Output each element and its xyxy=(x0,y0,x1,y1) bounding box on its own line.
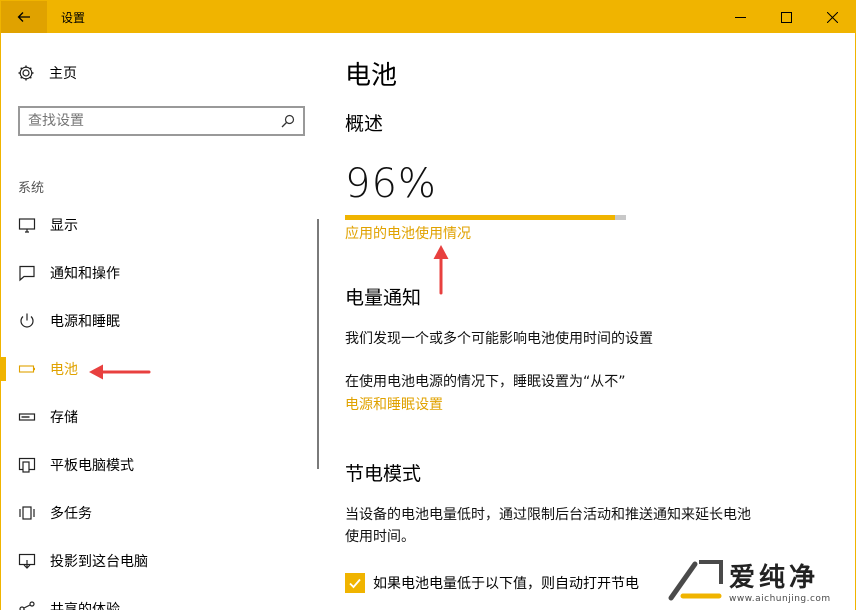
search-input[interactable] xyxy=(28,113,268,129)
close-icon xyxy=(826,11,838,23)
battery-icon xyxy=(18,360,36,378)
overview-heading: 概述 xyxy=(345,113,384,135)
notify-text: 我们发现一个或多个可能影响电池使用时间的设置 xyxy=(345,331,653,347)
sidebar-item-label: 电池 xyxy=(50,362,78,378)
checkmark-icon xyxy=(349,578,361,589)
gear-icon xyxy=(17,64,35,82)
sidebar-item-power-sleep[interactable]: 电源和睡眠 xyxy=(1,297,317,345)
close-button[interactable] xyxy=(809,1,855,33)
minimize-icon xyxy=(734,16,746,18)
window-title: 设置 xyxy=(61,10,86,25)
battery-progress-fill xyxy=(345,215,615,220)
monitor-icon xyxy=(18,216,36,234)
battery-saver-heading: 节电模式 xyxy=(345,463,422,485)
home-link[interactable]: 主页 xyxy=(17,63,77,83)
sidebar-item-label: 投影到这台电脑 xyxy=(50,554,148,570)
red-arrow-up-annotation xyxy=(433,245,449,295)
title-bar: 设置 xyxy=(1,1,855,33)
sidebar-item-label: 多任务 xyxy=(50,506,92,522)
sidebar-item-label: 存储 xyxy=(50,410,78,426)
sidebar-item-label: 电源和睡眠 xyxy=(50,314,120,330)
watermark-url: www.aichunjing.com xyxy=(729,593,831,604)
sidebar-item-label: 共享的体验 xyxy=(50,602,120,610)
battery-percent: 96% xyxy=(345,161,437,207)
battery-saver-checkbox[interactable] xyxy=(345,573,365,593)
window-controls xyxy=(717,1,855,33)
sidebar-item-label: 通知和操作 xyxy=(50,266,120,282)
sidebar-scrollbar[interactable] xyxy=(317,219,319,469)
sidebar-item-label: 平板电脑模式 xyxy=(50,458,134,474)
tablet-icon xyxy=(18,456,36,474)
battery-saver-auto-checkbox-row[interactable]: 如果电池电量低于以下值，则自动打开节电 xyxy=(345,573,639,593)
sidebar-item-display[interactable]: 显示 xyxy=(1,201,317,249)
power-icon xyxy=(18,312,36,330)
sidebar: 主页 系统 显示 通知和操作 xyxy=(1,33,321,610)
sidebar-item-project[interactable]: 投影到这台电脑 xyxy=(1,537,317,585)
watermark-brand: 爱纯净 xyxy=(729,562,820,593)
settings-window: 设置 主页 查找设置 系统 显示 通知和操作 电源和睡眠 电池 存储 平板电脑模… xyxy=(0,0,856,610)
battery-progress-bar xyxy=(345,215,626,220)
home-label: 主页 xyxy=(49,66,77,82)
sidebar-item-label: 显示 xyxy=(50,218,78,234)
battery-usage-link[interactable]: 应用的电池使用情况 xyxy=(345,223,471,243)
back-arrow-icon xyxy=(17,12,30,22)
sidebar-item-battery[interactable]: 电池 xyxy=(1,345,317,393)
sidebar-item-storage[interactable]: 存储 xyxy=(1,393,317,441)
red-arrow-left-annotation xyxy=(89,364,151,380)
storage-icon xyxy=(18,408,36,426)
battery-saver-checkbox-label: 如果电池电量低于以下值，则自动打开节电 xyxy=(373,576,639,592)
back-button[interactable] xyxy=(1,1,47,33)
group-label-system: 系统 xyxy=(18,181,45,196)
minimize-button[interactable] xyxy=(717,1,763,33)
search-box[interactable] xyxy=(18,106,305,136)
power-sleep-settings-link[interactable]: 电源和睡眠设置 xyxy=(345,394,443,414)
search-icon xyxy=(281,114,295,128)
project-icon xyxy=(18,552,36,570)
share-icon xyxy=(18,600,36,610)
sidebar-item-tablet-mode[interactable]: 平板电脑模式 xyxy=(1,441,317,489)
sidebar-nav: 显示 通知和操作 电源和睡眠 电池 存储 平板电脑模式 多任务 投影到这台电脑 … xyxy=(1,201,317,610)
battery-saver-text-line2: 使用时间。 xyxy=(345,529,415,545)
sidebar-item-multitasking[interactable]: 多任务 xyxy=(1,489,317,537)
sleep-setting-text: 在使用电池电源的情况下，睡眠设置为“从不” xyxy=(345,374,626,390)
watermark: 爱纯净 www.aichunjing.com xyxy=(659,549,855,610)
sidebar-item-notifications[interactable]: 通知和操作 xyxy=(1,249,317,297)
watermark-text: 爱纯净 www.aichunjing.com xyxy=(729,557,831,604)
message-icon xyxy=(18,264,36,282)
battery-saver-text-line1: 当设备的电池电量低时，通过限制后台活动和推送通知来延长电池 xyxy=(345,507,751,523)
brand-logo-icon xyxy=(668,560,723,601)
maximize-icon xyxy=(780,11,792,23)
notify-heading: 电量通知 xyxy=(345,287,422,309)
sidebar-item-shared-experiences[interactable]: 共享的体验 xyxy=(1,585,317,610)
maximize-button[interactable] xyxy=(763,1,809,33)
main-content: 电池 概述 96% 应用的电池使用情况 电量通知 我们发现一个或多个可能影响电池… xyxy=(345,33,845,610)
page-title: 电池 xyxy=(345,61,398,91)
multitask-icon xyxy=(18,504,36,522)
